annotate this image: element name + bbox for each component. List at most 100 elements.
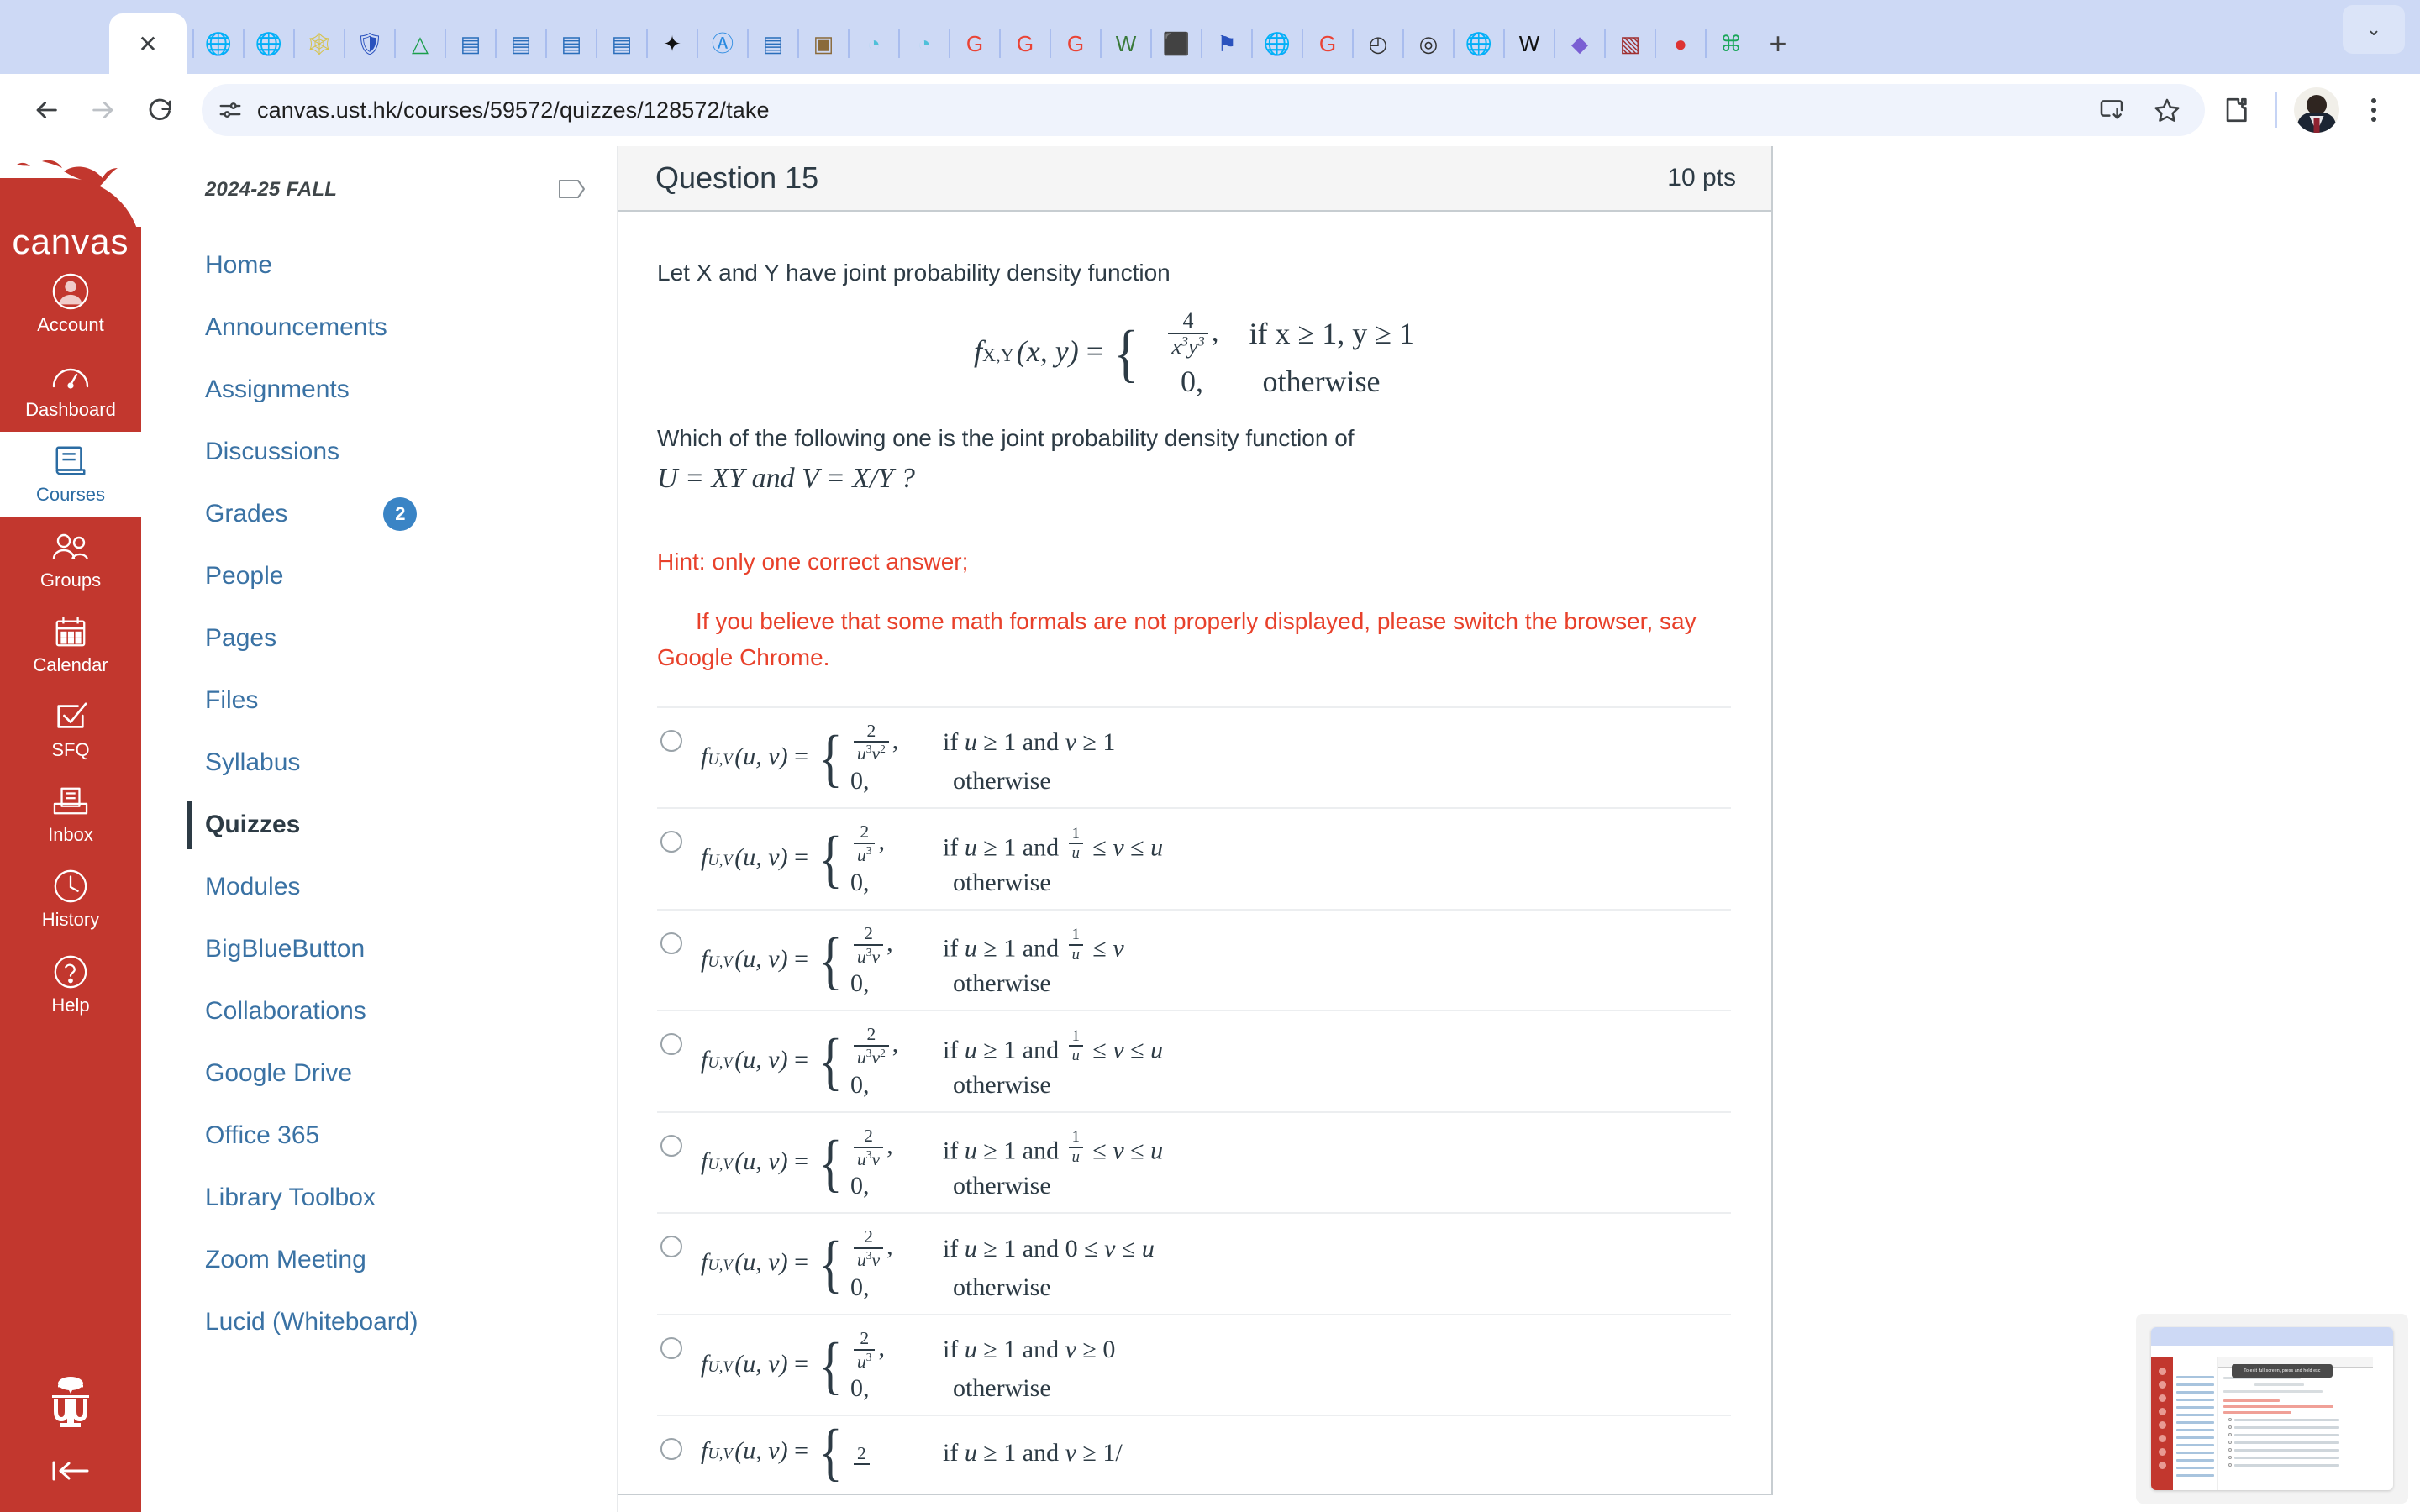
globalnav-item-history[interactable]: History — [0, 857, 141, 942]
pinned-tab-crest-shield[interactable]: ▧ — [1607, 13, 1654, 74]
answer-radio-button[interactable] — [660, 831, 682, 853]
answer-option[interactable]: fU,V (u, v) = {2 u3v2, if u ≥ 1 and v ≥ 10… — [657, 706, 1731, 808]
back-arrow-icon[interactable] — [20, 84, 72, 136]
coursenav-item-people[interactable]: People — [205, 545, 617, 607]
answer-radio-button[interactable] — [660, 1336, 682, 1359]
pinned-tab-globe-dark[interactable]: 🌐 — [195, 13, 242, 74]
bookmark-star-icon[interactable] — [2141, 84, 2193, 136]
site-settings-icon[interactable] — [208, 88, 252, 132]
pinned-tab-clock-outline[interactable]: ◴ — [1355, 13, 1402, 74]
coursenav-item-quizzes[interactable]: Quizzes — [187, 794, 617, 856]
flag-outline-icon[interactable] — [558, 178, 587, 204]
globalnav-item-calendar[interactable]: Calendar — [0, 602, 141, 687]
pinned-tab-robot-face[interactable]: ◔ — [850, 13, 897, 74]
coursenav-item-pages[interactable]: Pages — [205, 607, 617, 669]
answer-option[interactable]: fU,V (u, v) = {2 u3v2, if u ≥ 1 and 1u ≤ v… — [657, 1010, 1731, 1111]
answer-option[interactable]: fU,V (u, v) = {2 if u ≥ 1 and v ≥ 1/ — [657, 1415, 1731, 1494]
pinned-tab-canvas-blue[interactable]: ▤ — [447, 13, 494, 74]
globalnav-item-courses[interactable]: Courses — [0, 432, 141, 517]
pinned-tab-blue-flag[interactable]: ⚑ — [1203, 13, 1250, 74]
coursenav-item-zoom-meeting[interactable]: Zoom Meeting — [205, 1229, 617, 1291]
extensions-puzzle-icon[interactable] — [2210, 84, 2262, 136]
pinned-tab-robot-face-2[interactable]: ◔ — [901, 13, 948, 74]
pinned-tab-black-icon[interactable]: ✦ — [649, 13, 696, 74]
pinned-tab-globe-dark-2[interactable]: 🌐 — [245, 13, 292, 74]
pinned-tab-canvas-blue-3[interactable]: ▤ — [750, 13, 797, 74]
globalnav-item-label: Help — [51, 994, 90, 1016]
coursenav-item-discussions[interactable]: Discussions — [205, 421, 617, 483]
canvas-wordmark[interactable]: canvas — [12, 222, 129, 262]
coursenav-item-home[interactable]: Home — [205, 234, 617, 297]
pinned-tab-green-app[interactable]: ⌘ — [1707, 13, 1754, 74]
canvas-logo-area[interactable] — [0, 146, 141, 227]
answer-radio-button[interactable] — [660, 1033, 682, 1056]
pinned-tab-chrome-dark[interactable]: ◎ — [1405, 13, 1452, 74]
coursenav-item-assignments[interactable]: Assignments — [205, 359, 617, 421]
answer-radio-button[interactable] — [660, 1236, 682, 1258]
coursenav-item-library-toolbox[interactable]: Library Toolbox — [205, 1167, 617, 1229]
forward-arrow-icon[interactable] — [77, 84, 129, 136]
coursenav-item-syllabus[interactable]: Syllabus — [205, 732, 617, 794]
pinned-tab-word-w[interactable]: W — [1102, 13, 1150, 74]
pinned-tab-app-store[interactable]: Ⓐ — [699, 13, 746, 74]
globalnav-item-account[interactable]: Account — [0, 262, 141, 347]
coursenav-item-grades[interactable]: Grades 2 — [205, 483, 617, 545]
answer-option[interactable]: fU,V (u, v) = {2 u3v, if u ≥ 1 and 1u ≤ v … — [657, 1110, 1731, 1213]
globalnav-item-sfq[interactable]: SFQ — [0, 687, 141, 772]
globalnav-item-help[interactable]: Help — [0, 942, 141, 1027]
coursenav-item-bigbluebutton[interactable]: BigBlueButton — [205, 918, 617, 980]
toolbar-divider — [2275, 92, 2277, 128]
collapse-left-icon[interactable] — [49, 1457, 92, 1488]
new-tab-button[interactable]: + — [1754, 13, 1802, 74]
reload-icon[interactable] — [134, 84, 187, 136]
pinned-tab-google-g[interactable]: G — [951, 13, 998, 74]
profile-avatar[interactable] — [2291, 84, 2343, 136]
pinned-tab-photo-thumb[interactable]: ▣ — [800, 13, 847, 74]
document-blue-icon: ▤ — [560, 31, 582, 56]
pinned-tab-wikipedia-w[interactable]: W — [1506, 13, 1553, 74]
install-app-icon[interactable] — [2086, 84, 2138, 136]
answer-option[interactable]: fU,V (u, v) = {2 u3, if u ≥ 1 and v ≥ 0 0, o… — [657, 1313, 1731, 1415]
globalnav-item-label: Courses — [36, 484, 105, 506]
pinned-tab-google-g-2[interactable]: G — [1002, 13, 1049, 74]
address-bar-url: canvas.ust.hk/courses/59572/quizzes/1285… — [257, 97, 770, 123]
question-body: Let X and Y have joint probability densi… — [618, 212, 1771, 1494]
pinned-tab-globe-dark-4[interactable]: 🌐 — [1455, 13, 1502, 74]
pinned-tab-globe-dark-3[interactable]: 🌐 — [1254, 13, 1301, 74]
answer-radio-button[interactable] — [660, 932, 682, 954]
coursenav-item-modules[interactable]: Modules — [205, 856, 617, 918]
tab-search-chevron-down-icon[interactable]: ⌄ — [2343, 5, 2405, 54]
question-hint: Hint: only one correct answer; If you be… — [657, 543, 1731, 676]
pinned-tab-pokeball[interactable]: ● — [1657, 13, 1704, 74]
globalnav-item-dashboard[interactable]: Dashboard — [0, 347, 141, 432]
answer-radio-button[interactable] — [660, 1438, 682, 1461]
pinned-tab-document-blue[interactable]: ▤ — [548, 13, 595, 74]
coursenav-item-google-drive[interactable]: Google Drive — [205, 1042, 617, 1105]
pinned-tab-spider-web[interactable]: 🕸 — [296, 13, 343, 74]
coursenav-item-collaborations[interactable]: Collaborations — [205, 980, 617, 1042]
pinned-tab-canvas-blue-2[interactable]: ▤ — [497, 13, 544, 74]
pinned-tab-blue-shield[interactable]: 🛡 — [346, 13, 393, 74]
pinned-tab-google-g-4[interactable]: G — [1304, 13, 1351, 74]
answer-option[interactable]: fU,V (u, v) = {2 u3, if u ≥ 1 and 1u ≤ v ≤… — [657, 807, 1731, 909]
globalnav-item-groups[interactable]: Groups — [0, 517, 141, 602]
answer-radio-button[interactable] — [660, 1134, 682, 1157]
answer-radio-button[interactable] — [660, 729, 682, 752]
coursenav-item-lucid-whiteboard[interactable]: Lucid (Whiteboard) — [205, 1291, 617, 1353]
screen-share-preview[interactable]: To exit full screen, press and hold esc — [2136, 1314, 2408, 1504]
answer-option[interactable]: fU,V (u, v) = {2 u3v, if u ≥ 1 and 0 ≤ v ≤… — [657, 1212, 1731, 1314]
coursenav-item-office-365[interactable]: Office 365 — [205, 1105, 617, 1167]
active-tab[interactable]: ✕ — [109, 13, 187, 74]
pinned-tab-google-g-3[interactable]: G — [1052, 13, 1099, 74]
pinned-tab-box-3d[interactable]: ⬛ — [1153, 13, 1200, 74]
answer-option[interactable]: fU,V (u, v) = {2 u3v, if u ≥ 1 and 1u ≤ v0… — [657, 908, 1731, 1011]
pinned-tab-document-blue-2[interactable]: ▤ — [598, 13, 645, 74]
address-bar[interactable]: canvas.ust.hk/courses/59572/quizzes/1285… — [202, 84, 2205, 136]
globalnav-item-inbox[interactable]: Inbox — [0, 772, 141, 857]
three-dot-menu-icon[interactable] — [2348, 84, 2400, 136]
coursenav-item-announcements[interactable]: Announcements — [205, 297, 617, 359]
pinned-tab-gem-gradient[interactable]: ◆ — [1556, 13, 1603, 74]
pinned-tab-google-drive[interactable]: △ — [397, 13, 444, 74]
app-store-icon: Ⓐ — [711, 31, 734, 56]
coursenav-item-files[interactable]: Files — [205, 669, 617, 732]
